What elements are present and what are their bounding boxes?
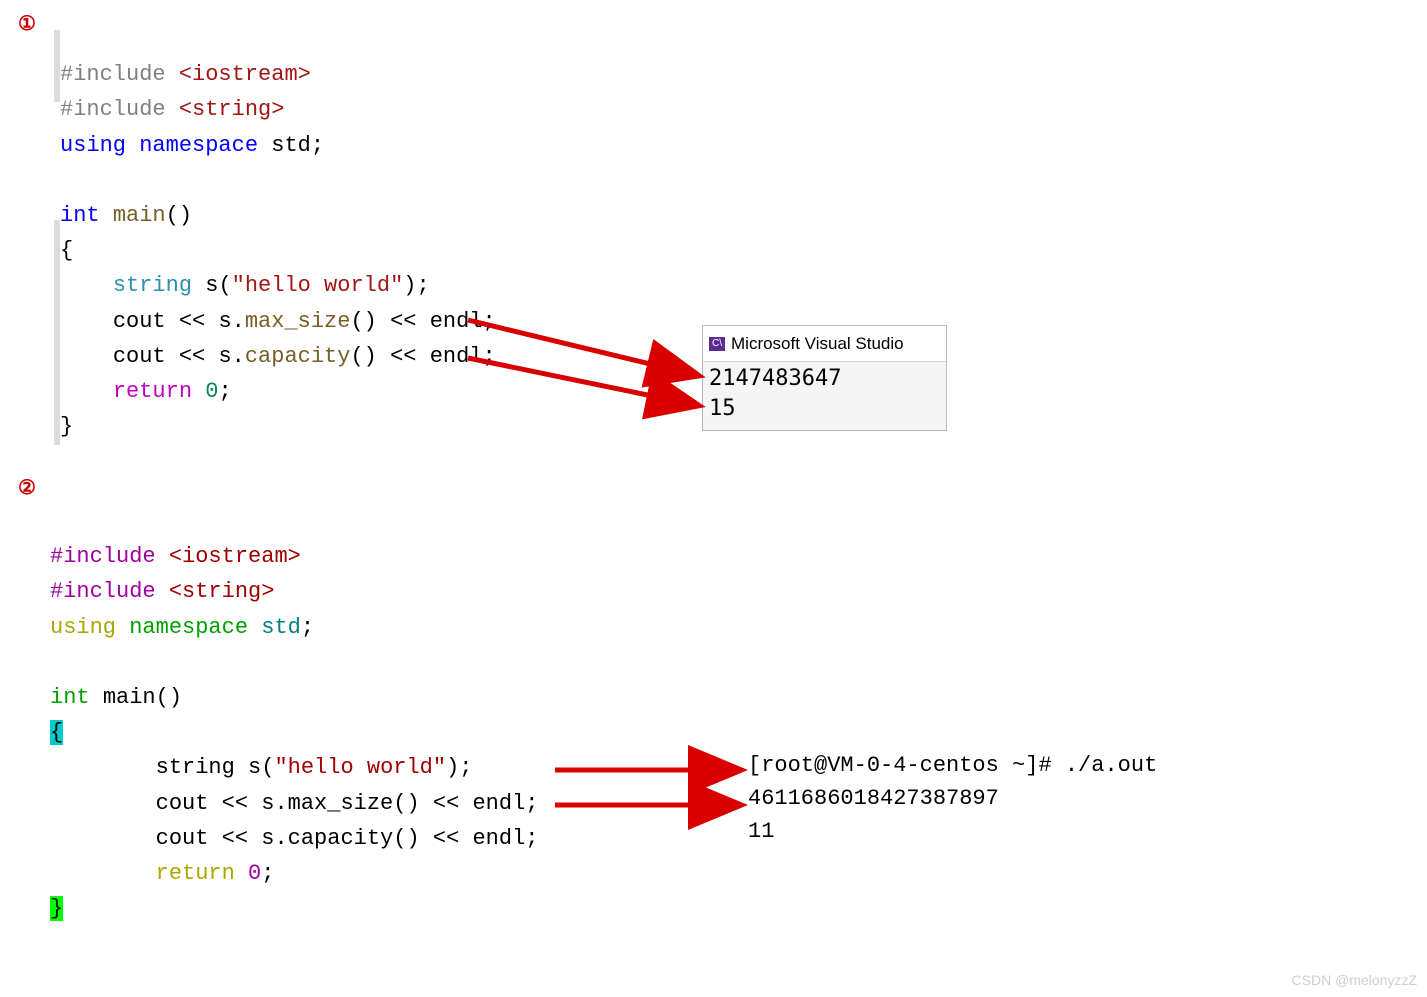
fn-name: main() [103, 685, 182, 710]
vs-icon: C\ [709, 337, 725, 351]
identifier: cout [113, 344, 179, 369]
method-call: max_size [245, 309, 351, 334]
brace-close: } [60, 414, 73, 439]
section-marker-2: ② [18, 472, 36, 504]
brace-close: } [50, 896, 63, 921]
keyword-namespace: namespace [129, 615, 261, 640]
preproc: #include [60, 62, 179, 87]
identifier: std [261, 615, 301, 640]
preproc: #include [50, 544, 169, 569]
keyword-int: int [50, 685, 103, 710]
punct: ); [446, 755, 472, 780]
vs-output-title: Microsoft Visual Studio [731, 330, 904, 357]
method-call: capacity [245, 344, 351, 369]
punct: ; [218, 379, 231, 404]
punct: . [232, 344, 245, 369]
parens: () [350, 309, 390, 334]
code-text: cout << s.capacity() << endl; [156, 826, 539, 851]
punct: ; [261, 861, 274, 886]
include-target: <iostream> [179, 62, 311, 87]
brace-open: { [50, 720, 63, 745]
indent [50, 826, 156, 851]
indent [50, 861, 156, 886]
punct: ); [403, 273, 429, 298]
vs-output-line: 2147483647 [709, 364, 938, 394]
keyword-using: using [50, 615, 129, 640]
terminal-line: 11 [748, 819, 774, 844]
operator: << [390, 344, 430, 369]
terminal-line: 4611686018427387897 [748, 786, 999, 811]
punct: ( [218, 273, 231, 298]
vs-output-window: C\ Microsoft Visual Studio 2147483647 15 [702, 325, 947, 431]
keyword-int: int [60, 203, 113, 228]
code-block-gcc: #include <iostream> #include <string> us… [50, 504, 539, 926]
string-literal: "hello world" [274, 755, 446, 780]
identifier: cout [113, 309, 179, 334]
preproc: #include [60, 97, 179, 122]
include-target: <iostream> [169, 544, 301, 569]
type: string [113, 273, 205, 298]
indent [60, 273, 113, 298]
preproc: #include [50, 579, 169, 604]
punct: ; [483, 309, 496, 334]
identifier: std [271, 133, 311, 158]
identifier: endl [430, 309, 483, 334]
include-target: <string> [179, 97, 285, 122]
indent [60, 379, 113, 404]
vs-output-line: 15 [709, 394, 938, 424]
string-literal: "hello world" [232, 273, 404, 298]
indent [50, 791, 156, 816]
parens: () [350, 344, 390, 369]
watermark: CSDN @melonyzzZ [1292, 969, 1417, 991]
fn-name: main [113, 203, 166, 228]
punct: ; [483, 344, 496, 369]
terminal-output: [root@VM-0-4-centos ~]# ./a.out 46116860… [748, 716, 1157, 848]
operator: << [179, 309, 219, 334]
punct: . [232, 309, 245, 334]
indent [50, 755, 156, 780]
code-text: cout << s.max_size() << endl; [156, 791, 539, 816]
brace-open: { [60, 238, 73, 263]
identifier: s [218, 309, 231, 334]
parens: () [166, 203, 192, 228]
identifier: s [218, 344, 231, 369]
punct: ; [311, 133, 324, 158]
terminal-prompt: [root@VM-0-4-centos ~]# ./a.out [748, 753, 1157, 778]
keyword-return: return [156, 861, 248, 886]
indent [60, 309, 113, 334]
keyword-return: return [113, 379, 205, 404]
code-block-vs: #include <iostream> #include <string> us… [60, 22, 496, 444]
operator: << [179, 344, 219, 369]
vs-output-titlebar: C\ Microsoft Visual Studio [703, 326, 946, 362]
section-marker-1: ① [18, 8, 36, 40]
number-literal: 0 [205, 379, 218, 404]
indent [60, 344, 113, 369]
operator: << [390, 309, 430, 334]
keyword-using: using [60, 133, 139, 158]
punct: ; [301, 615, 314, 640]
vs-output-body: 2147483647 15 [703, 362, 946, 429]
include-target: <string> [169, 579, 275, 604]
keyword-namespace: namespace [139, 133, 271, 158]
number-literal: 0 [248, 861, 261, 886]
identifier: endl [430, 344, 483, 369]
code-text: string s( [156, 755, 275, 780]
identifier: s [205, 273, 218, 298]
